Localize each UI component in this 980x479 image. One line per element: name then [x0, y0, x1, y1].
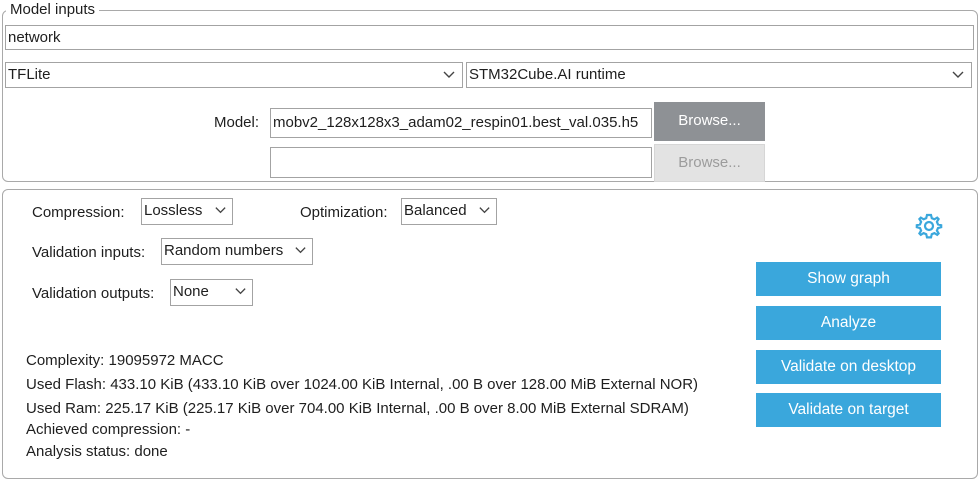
chevron-down-icon — [215, 207, 226, 214]
compression-label: Compression: — [32, 204, 125, 221]
analyze-button[interactable]: Analyze — [756, 306, 941, 340]
validation-outputs-select-value: None — [173, 283, 209, 300]
chevron-down-icon — [952, 71, 964, 78]
validation-outputs-select[interactable]: None — [170, 279, 253, 306]
show-graph-button[interactable]: Show graph — [756, 262, 941, 296]
chevron-down-icon — [295, 247, 306, 254]
runtime-select[interactable]: STM32Cube.AI runtime — [466, 62, 972, 88]
browse-model-button[interactable]: Browse... — [654, 102, 765, 141]
used-flash-text: Used Flash: 433.10 KiB (433.10 KiB over … — [26, 376, 699, 393]
model-file-input[interactable]: mobv2_128x128x3_adam02_respin01.best_val… — [270, 108, 652, 138]
used-ram-text: Used Ram: 225.17 KiB (225.17 KiB over 70… — [26, 400, 689, 417]
chevron-down-icon — [479, 207, 490, 214]
analysis-status-text: Analysis status: done — [26, 443, 168, 460]
second-model-file-input[interactable] — [270, 147, 652, 178]
optimization-select[interactable]: Balanced — [401, 198, 497, 225]
chevron-down-icon — [443, 71, 455, 78]
complexity-text: Complexity: 19095972 MACC — [26, 352, 224, 369]
optimization-select-value: Balanced — [404, 202, 467, 219]
network-name-input[interactable]: network — [5, 25, 974, 50]
browse-second-model-button[interactable]: Browse... — [654, 144, 765, 182]
validation-inputs-select-value: Random numbers — [164, 242, 284, 259]
model-label: Model: — [214, 114, 260, 131]
runtime-select-value: STM32Cube.AI runtime — [469, 66, 626, 83]
achieved-compression-text: Achieved compression: - — [26, 421, 191, 438]
validate-target-button[interactable]: Validate on target — [756, 393, 941, 427]
validate-desktop-button[interactable]: Validate on desktop — [756, 350, 941, 384]
settings-gear-icon[interactable] — [915, 212, 943, 240]
framework-select[interactable]: TFLite — [5, 62, 463, 88]
validation-inputs-select[interactable]: Random numbers — [161, 238, 313, 265]
compression-select-value: Lossless — [144, 202, 203, 219]
model-inputs-legend: Model inputs — [6, 1, 100, 19]
validation-inputs-label: Validation inputs: — [32, 244, 146, 261]
validation-outputs-label: Validation outputs: — [32, 285, 155, 302]
optimization-label: Optimization: — [300, 204, 388, 221]
chevron-down-icon — [235, 288, 246, 295]
compression-select[interactable]: Lossless — [141, 198, 233, 225]
framework-select-value: TFLite — [8, 66, 51, 83]
